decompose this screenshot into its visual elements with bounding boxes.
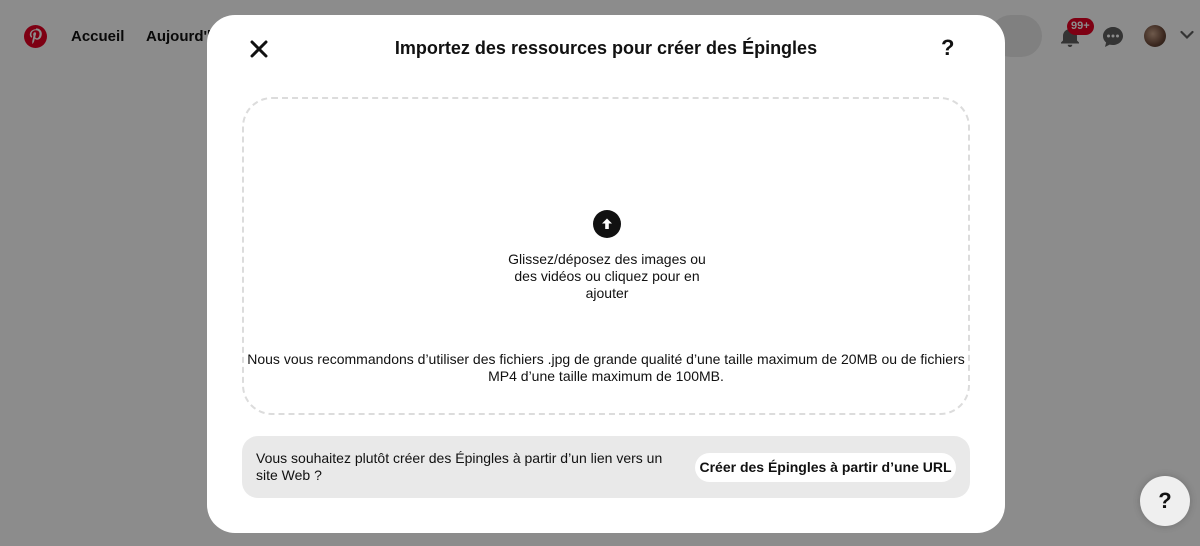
create-from-url-button[interactable]: Créer des Épingles à partir d’une URL [695,453,956,482]
dropzone-instruction: Glissez/déposez des images ou des vidéos… [508,251,706,301]
upload-modal: Importez des ressources pour créer des É… [207,15,1005,533]
url-prompt-text: Vous souhaitez plutôt créer des Épingles… [256,450,663,483]
modal-title: Importez des ressources pour créer des É… [394,38,818,58]
help-button[interactable]: ? [1140,476,1190,526]
file-recommendation-text: Nous vous recommandons d’utiliser des fi… [247,351,965,384]
upload-arrow-icon[interactable] [593,210,621,238]
upload-dropzone[interactable]: Glissez/déposez des images ou des vidéos… [242,97,970,415]
modal-help-button[interactable]: ? [941,35,954,61]
url-create-panel: Vous souhaitez plutôt créer des Épingles… [242,436,970,498]
